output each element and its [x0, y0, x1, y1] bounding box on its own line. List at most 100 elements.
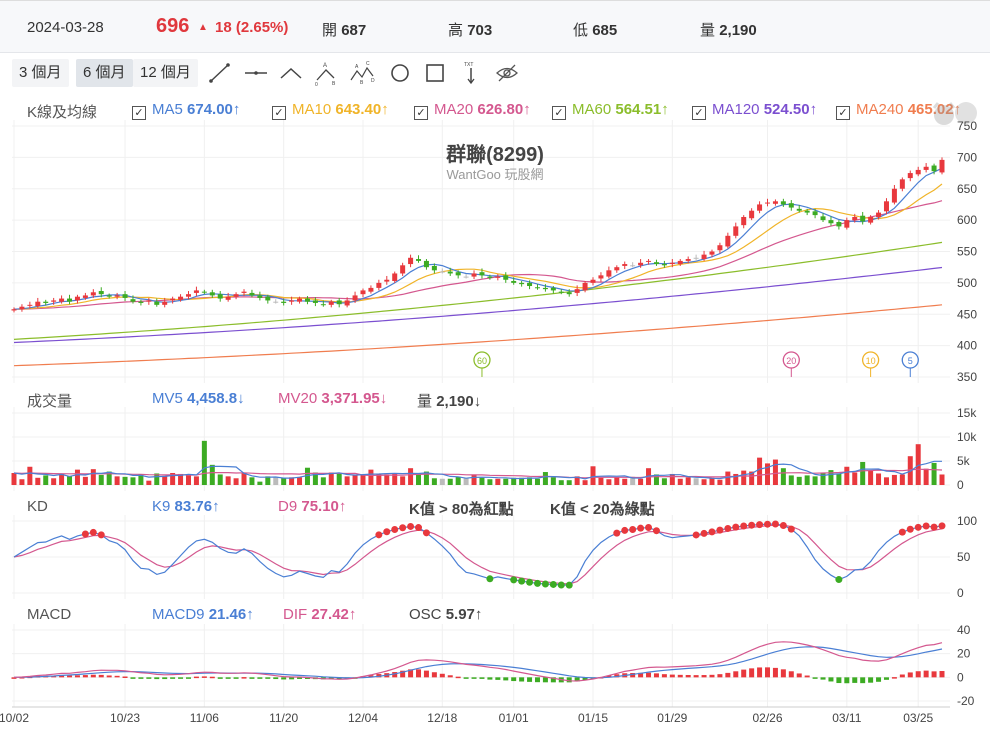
candle-body — [614, 267, 620, 271]
candle-body — [915, 169, 921, 175]
kd-red-dot — [938, 522, 946, 530]
candle-body — [566, 292, 572, 295]
osc-bar — [709, 674, 715, 678]
osc-bar — [114, 675, 120, 678]
candle-body — [788, 203, 794, 208]
osc-bar — [106, 675, 112, 678]
volume-bar — [606, 479, 612, 485]
kd-red-dot — [383, 528, 391, 536]
osc-bar — [693, 675, 699, 678]
osc-bar — [836, 677, 842, 684]
kd-y-tick-label: 100 — [957, 514, 977, 528]
kd-green-dot — [518, 577, 526, 585]
osc-bar — [653, 673, 659, 678]
candle-body — [582, 282, 588, 291]
volume-bar — [717, 479, 723, 485]
candle-body — [416, 259, 422, 261]
candle-body — [891, 188, 897, 203]
kd-red-dot — [898, 528, 906, 536]
price-y-tick-label: 500 — [957, 276, 977, 290]
candle-body — [653, 262, 659, 265]
volume-bar — [891, 474, 897, 485]
kd-green-dot — [486, 575, 494, 583]
volume-bar — [43, 475, 49, 485]
x-tick-label: 01/01 — [499, 711, 529, 725]
watermark: WantGoo 玩股網 — [446, 167, 543, 182]
volume-bar — [677, 478, 683, 485]
volume-bar — [582, 480, 588, 485]
x-tick-label: 10/23 — [110, 711, 140, 725]
volume-bar — [852, 472, 858, 485]
osc-bar — [677, 674, 683, 678]
price-y-tick-label: 700 — [957, 150, 977, 164]
osc-bar — [90, 674, 96, 678]
osc-bar — [511, 677, 517, 682]
ma-marker-label: 5 — [908, 356, 913, 366]
volume-bar — [185, 475, 191, 485]
osc-bar — [423, 670, 429, 678]
kd-red-dot — [740, 522, 748, 530]
candle-body — [709, 251, 715, 255]
volume-bar — [876, 473, 882, 485]
volume-bar — [162, 475, 168, 485]
candle-body — [217, 294, 223, 299]
candle-body — [27, 304, 33, 306]
volume-bar — [757, 457, 763, 485]
volume-bar — [297, 477, 303, 485]
volume-panel-label: 成交量 — [27, 393, 73, 410]
volume-bar — [590, 466, 596, 485]
osc-bar — [209, 676, 215, 679]
kd-red-dot — [629, 525, 637, 533]
osc-bar — [178, 677, 184, 679]
kd-red-dot — [700, 529, 708, 537]
candle-body — [757, 204, 763, 211]
kd-red-dot — [764, 520, 772, 528]
volume-bar — [130, 477, 136, 485]
kd-green-dot — [835, 576, 843, 584]
volume-bar — [923, 468, 929, 485]
osc-bar — [725, 672, 731, 678]
candle-body — [820, 216, 826, 221]
volume-bar — [479, 477, 485, 485]
volume-bar — [233, 478, 239, 485]
osc-bar — [661, 674, 667, 678]
osc-bar — [273, 677, 279, 680]
candle-body — [431, 265, 437, 271]
osc-bar — [542, 677, 548, 683]
candle-body — [19, 306, 25, 310]
kd-red-dot — [415, 524, 423, 532]
volume-bar — [209, 464, 215, 485]
osc-bar — [217, 677, 223, 679]
candle-body — [209, 292, 215, 296]
candle-body — [844, 220, 850, 228]
macd9-line — [14, 646, 943, 679]
stock-chart[interactable]: 75070065060055050045040035015k10k5k01005… — [0, 0, 990, 730]
osc-bar — [899, 674, 905, 678]
macd-y-tick-label: 40 — [957, 623, 971, 637]
candle-body — [423, 260, 429, 268]
volume-bar — [725, 471, 731, 485]
x-tick-label: 01/15 — [578, 711, 608, 725]
candle-body — [693, 257, 699, 259]
osc-bar — [67, 675, 73, 678]
volume-bar — [67, 476, 73, 485]
x-tick-label: 01/29 — [657, 711, 687, 725]
volume-bar — [804, 475, 810, 485]
candle-body — [74, 296, 80, 301]
x-tick-label: 12/04 — [348, 711, 378, 725]
kd-red-dot — [375, 531, 383, 539]
d9-legend: D9 75.10↑ — [278, 498, 347, 515]
volume-bar — [408, 468, 414, 485]
candle-body — [376, 282, 382, 288]
osc-bar — [852, 677, 858, 683]
candle-body — [661, 264, 667, 266]
osc-bar — [495, 677, 501, 680]
candle-body — [868, 216, 874, 223]
candle-body — [765, 202, 771, 204]
candle-body — [630, 265, 636, 267]
candle-body — [122, 294, 128, 298]
osc-bar — [685, 674, 691, 678]
kd-red-dot — [716, 526, 724, 534]
candle-body — [527, 282, 533, 287]
macd-y-tick-label: 20 — [957, 647, 971, 661]
